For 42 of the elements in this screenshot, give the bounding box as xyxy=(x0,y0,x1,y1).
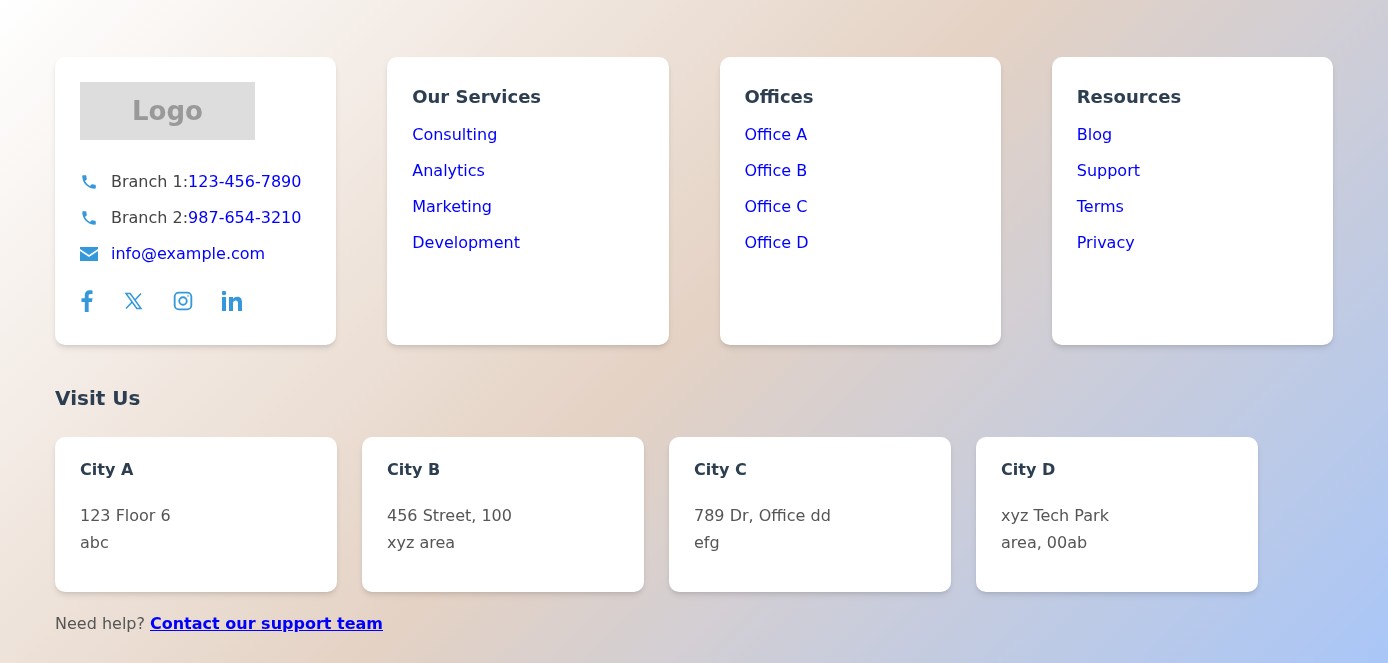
envelope-icon xyxy=(80,247,98,261)
contact-label: Branch 1: xyxy=(111,171,189,193)
linkedin-icon[interactable] xyxy=(222,291,243,311)
address-line: area, 00ab xyxy=(1001,532,1088,554)
phone-icon xyxy=(80,209,98,227)
city-name: City D xyxy=(1001,459,1057,481)
column-heading: Offices xyxy=(744,85,815,107)
email-link[interactable]: info@example.com xyxy=(111,242,266,266)
footer-link[interactable]: Office B xyxy=(744,159,808,183)
address-line: xyz Tech Park xyxy=(1001,505,1109,527)
footer-link[interactable]: Marketing xyxy=(412,195,492,219)
contact-label: Branch 2: xyxy=(111,207,189,229)
footer-link[interactable]: Office A xyxy=(744,123,808,147)
address-line: xyz area xyxy=(387,532,456,554)
address-line: 789 Dr, Office dd xyxy=(694,505,831,527)
footer-link[interactable]: Support xyxy=(1076,159,1140,183)
instagram-icon[interactable] xyxy=(173,291,193,311)
footer-link[interactable]: Office C xyxy=(744,195,808,219)
city-name: City A xyxy=(80,459,135,481)
address-line: abc xyxy=(80,532,109,554)
phone-link[interactable]: 987-654-3210 xyxy=(188,206,302,230)
help-text: Need help? xyxy=(55,614,145,633)
city-name: City C xyxy=(694,459,748,481)
city-name: City B xyxy=(387,459,442,481)
facebook-icon[interactable] xyxy=(80,290,94,312)
footer-link[interactable]: Consulting xyxy=(412,123,498,147)
phone-icon xyxy=(80,173,98,191)
x-icon[interactable] xyxy=(123,291,144,311)
address-line: 456 Street, 100 xyxy=(387,505,512,527)
footer-link[interactable]: Office D xyxy=(744,231,809,255)
footer-link[interactable]: Privacy xyxy=(1076,231,1135,255)
phone-link[interactable]: 123-456-7890 xyxy=(188,170,302,194)
footer-link[interactable]: Terms xyxy=(1076,195,1124,219)
column-heading: Resources xyxy=(1076,85,1183,107)
footer-link[interactable]: Development xyxy=(412,231,520,255)
section-heading: Visit Us xyxy=(55,385,142,412)
address-line: efg xyxy=(694,532,720,554)
footer-link[interactable]: Analytics xyxy=(412,159,485,183)
address-line: 123 Floor 6 xyxy=(80,505,171,527)
support-link[interactable]: Contact our support team xyxy=(150,614,383,633)
column-heading: Our Services xyxy=(412,85,543,107)
footer-link[interactable]: Blog xyxy=(1076,123,1113,147)
